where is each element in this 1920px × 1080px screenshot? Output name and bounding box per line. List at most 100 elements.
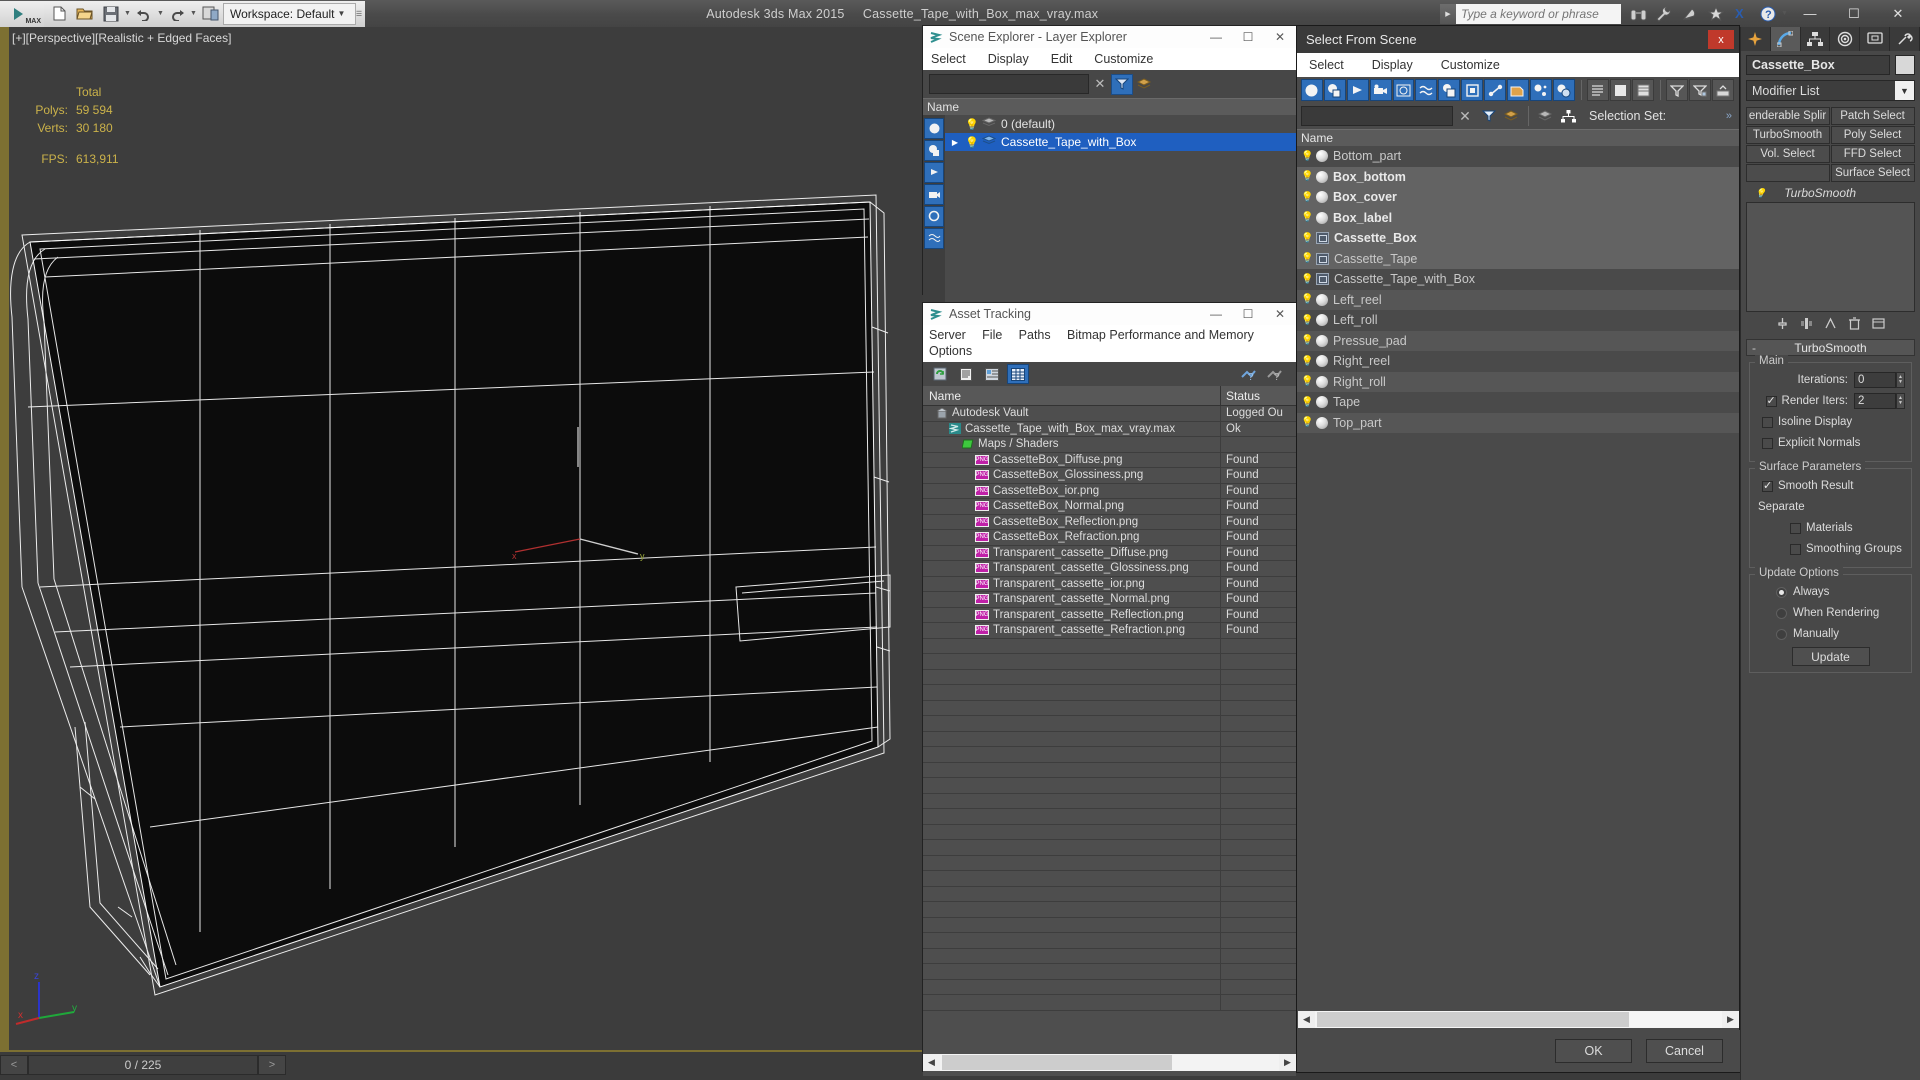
viewport-label[interactable]: [+][Perspective][Realistic + Edged Faces… bbox=[12, 31, 231, 45]
refresh-icon[interactable] bbox=[929, 364, 951, 384]
lightbulb-icon[interactable]: 💡 bbox=[1301, 192, 1313, 203]
column-status[interactable]: Status bbox=[1221, 386, 1296, 405]
render-iters-field[interactable]: 2 bbox=[1854, 393, 1896, 409]
filter-particles-icon[interactable] bbox=[1529, 79, 1552, 101]
tab-utilities[interactable] bbox=[1890, 27, 1920, 51]
scene-object-row[interactable]: 💡 Top_part bbox=[1297, 412, 1739, 433]
chevron-down-icon[interactable]: ▼ bbox=[335, 9, 349, 18]
maximize-button[interactable]: ☐ bbox=[1832, 0, 1876, 27]
asset-row[interactable]: PNG Transparent_cassette_Normal.png Found bbox=[923, 592, 1296, 608]
filter-xrefs-icon[interactable] bbox=[1461, 79, 1484, 101]
modifier-button[interactable]: TurboSmooth bbox=[1745, 125, 1830, 144]
menu-server[interactable]: Server bbox=[929, 328, 966, 342]
materials-checkbox[interactable] bbox=[1790, 522, 1801, 534]
search-filter-icon[interactable] bbox=[1477, 105, 1500, 127]
lightbulb-icon[interactable]: 💡 bbox=[1301, 171, 1313, 182]
update-button[interactable]: Update bbox=[1791, 647, 1870, 666]
filter-icon[interactable] bbox=[1111, 73, 1133, 95]
modifier-button[interactable]: FFD Select bbox=[1830, 144, 1915, 163]
object-name-field[interactable]: Cassette_Box bbox=[1746, 55, 1890, 75]
asset-tracking-hscrollbar[interactable]: ◀ ▶ bbox=[923, 1054, 1296, 1071]
asset-row[interactable]: PNG CassetteBox_Normal.png Found bbox=[923, 499, 1296, 515]
search-input[interactable] bbox=[1456, 3, 1621, 24]
menu-display[interactable]: Display bbox=[988, 52, 1029, 66]
modifier-button[interactable] bbox=[1745, 163, 1830, 182]
select-from-scene-close-button[interactable]: x bbox=[1708, 30, 1734, 49]
scroll-thumb[interactable] bbox=[1317, 1012, 1629, 1027]
asset-row[interactable]: PNG CassetteBox_Diffuse.png Found bbox=[923, 452, 1296, 468]
asset-row[interactable]: PNG CassetteBox_Reflection.png Found bbox=[923, 514, 1296, 530]
filter-helpers-icon[interactable] bbox=[924, 206, 944, 227]
scene-object-row[interactable]: 💡 Box_bottom bbox=[1297, 166, 1739, 187]
filter-groups-icon[interactable] bbox=[1438, 79, 1461, 101]
cancel-button[interactable]: Cancel bbox=[1646, 1039, 1723, 1063]
lightbulb-icon[interactable]: 💡 bbox=[1301, 274, 1313, 285]
hierarchy-mode-icon[interactable] bbox=[1557, 105, 1580, 127]
max-logo-icon[interactable]: MAX bbox=[0, 0, 44, 27]
menu-edit[interactable]: Edit bbox=[1051, 52, 1073, 66]
modifier-button[interactable]: enderable Splir bbox=[1745, 106, 1830, 125]
display-blank-icon[interactable] bbox=[1609, 79, 1632, 101]
select-from-scene-search-input[interactable] bbox=[1301, 106, 1453, 126]
help-query-icon[interactable]: ? bbox=[1264, 364, 1286, 384]
search-dropdown-icon[interactable]: ▶ bbox=[1440, 3, 1456, 24]
toolbar-overflow-icon[interactable]: ☰ bbox=[356, 2, 363, 26]
explicit-normals-checkbox[interactable] bbox=[1762, 437, 1773, 449]
asset-row[interactable]: Autodesk Vault Logged Ou bbox=[923, 406, 1296, 422]
menu-display[interactable]: Display bbox=[1372, 58, 1413, 72]
scene-object-row[interactable]: 💡 Pressue_pad bbox=[1297, 330, 1739, 351]
lightbulb-icon[interactable]: 💡 bbox=[1301, 253, 1313, 264]
pin-stack-icon[interactable] bbox=[1775, 316, 1790, 331]
asset-row[interactable]: PNG Transparent_cassette_Reflection.png Fo… bbox=[923, 607, 1296, 623]
asset-tracking-maximize[interactable]: ☐ bbox=[1232, 303, 1264, 325]
filter-shapes-icon[interactable] bbox=[924, 140, 944, 161]
filter-cameras-icon[interactable] bbox=[1369, 79, 1392, 101]
iterations-stepper[interactable]: ▲ ▼ bbox=[1896, 372, 1905, 388]
redo-icon[interactable] bbox=[164, 2, 190, 26]
menu-file[interactable]: File bbox=[982, 328, 1002, 342]
modifier-stack-list[interactable] bbox=[1746, 202, 1915, 312]
smoothing-groups-checkbox[interactable] bbox=[1790, 543, 1801, 555]
update-always-radio[interactable] bbox=[1776, 586, 1787, 598]
overflow-icon[interactable]: » bbox=[1726, 110, 1735, 122]
asset-row[interactable]: PNG Transparent_cassette_ior.png Found bbox=[923, 576, 1296, 592]
modifier-button[interactable]: Vol. Select bbox=[1745, 144, 1830, 163]
layers-icon[interactable] bbox=[1133, 74, 1155, 95]
iterations-field[interactable]: 0 bbox=[1854, 372, 1896, 388]
scroll-left-icon[interactable]: ◀ bbox=[1298, 1011, 1315, 1028]
project-folder-icon[interactable] bbox=[197, 2, 223, 26]
lightbulb-icon[interactable]: 💡 bbox=[1755, 188, 1766, 199]
scene-object-row[interactable]: 💡 Box_cover bbox=[1297, 187, 1739, 208]
save-icon[interactable] bbox=[98, 2, 124, 26]
scene-object-row[interactable]: 💡 Bottom_part bbox=[1297, 146, 1739, 167]
asset-row[interactable]: PNG CassetteBox_ior.png Found bbox=[923, 483, 1296, 499]
timeline-prev-button[interactable]: < bbox=[0, 1055, 28, 1075]
lightbulb-icon[interactable]: 💡 bbox=[965, 118, 979, 131]
filter-lights-icon[interactable] bbox=[924, 162, 944, 183]
modifier-list-dropdown[interactable]: Modifier List ▼ bbox=[1746, 80, 1915, 101]
menu-select[interactable]: Select bbox=[1309, 58, 1344, 72]
render-iters-stepper[interactable]: ▲ ▼ bbox=[1896, 393, 1905, 409]
filter-lights-icon[interactable] bbox=[1346, 79, 1369, 101]
lightbulb-icon[interactable]: 💡 bbox=[1301, 212, 1313, 223]
select-from-scene-object-list[interactable]: 💡 Bottom_part 💡 Box_bottom 💡 Box_cover 💡 Box_la… bbox=[1297, 146, 1739, 1008]
scroll-track[interactable] bbox=[1315, 1011, 1722, 1028]
filter-geometry-icon[interactable] bbox=[924, 118, 944, 139]
lightbulb-icon[interactable]: 💡 bbox=[1301, 335, 1313, 346]
update-when-rendering-radio[interactable] bbox=[1776, 607, 1787, 619]
lightbulb-icon[interactable]: 💡 bbox=[1301, 151, 1313, 162]
menu-customize[interactable]: Customize bbox=[1094, 52, 1153, 66]
display-columns-icon[interactable] bbox=[1632, 79, 1655, 101]
chevron-down-icon[interactable]: ▼ bbox=[1895, 81, 1914, 100]
render-iters-checkbox[interactable] bbox=[1765, 394, 1777, 407]
filter-all-icon[interactable] bbox=[1552, 79, 1575, 101]
new-icon[interactable] bbox=[46, 2, 72, 26]
lightbulb-icon[interactable]: 💡 bbox=[1301, 397, 1313, 408]
search-box[interactable]: ▶ bbox=[1440, 3, 1621, 24]
scene-object-row[interactable]: 💡 Cassette_Tape_with_Box bbox=[1297, 269, 1739, 290]
asset-tracking-list[interactable]: Autodesk Vault Logged Ou Cassette_Tape_wit… bbox=[923, 406, 1296, 1076]
asset-row[interactable]: PNG CassetteBox_Glossiness.png Found bbox=[923, 468, 1296, 484]
help-dropdown-icon[interactable]: ▼ bbox=[1781, 2, 1788, 26]
scene-explorer-minimize[interactable]: — bbox=[1200, 26, 1232, 48]
workspace-selector[interactable]: Workspace: Default ▼ bbox=[223, 2, 356, 25]
